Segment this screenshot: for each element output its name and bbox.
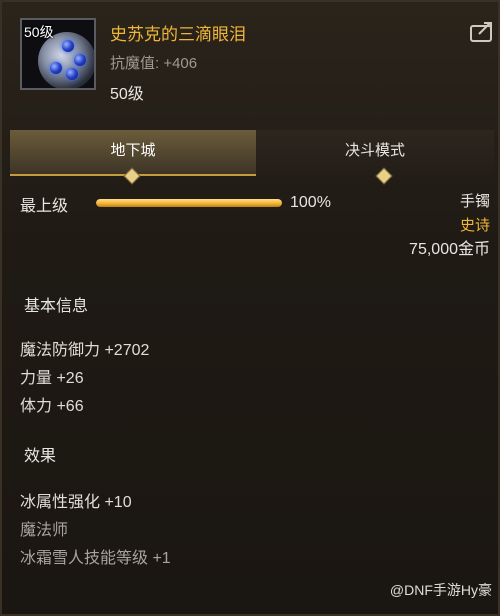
effect-stat: 冰霜雪人技能等级 +1 bbox=[20, 550, 171, 567]
grade-progress-bar bbox=[96, 199, 282, 207]
item-level: 50级 bbox=[110, 86, 144, 103]
effect-stat: 魔法师 bbox=[20, 522, 69, 539]
tab-label: 地下城 bbox=[110, 142, 156, 159]
basic-stat: 力量 +26 bbox=[20, 370, 84, 387]
item-type: 手镯 bbox=[459, 193, 490, 210]
item-level-badge: 50级 bbox=[24, 24, 54, 40]
grade-label: 最上级 bbox=[20, 198, 69, 215]
share-button[interactable] bbox=[468, 20, 496, 44]
grade-progress-fill bbox=[96, 199, 282, 207]
gem-icon bbox=[74, 54, 86, 66]
mode-tabs: 地下城 决斗模式 bbox=[10, 130, 494, 185]
tab-label: 决斗模式 bbox=[344, 142, 405, 159]
gem-icon bbox=[62, 40, 74, 52]
item-header: 50级 史苏克的三滴眼泪 抗魔值: +406 50级 bbox=[2, 2, 498, 116]
gem-icon bbox=[66, 68, 78, 80]
gem-icon bbox=[50, 62, 62, 74]
item-tooltip-panel: 50级 史苏克的三滴眼泪 抗魔值: +406 50级 地下城 决斗模式 最上级 … bbox=[0, 0, 500, 616]
effect-stat: 冰属性强化 +10 bbox=[20, 494, 132, 511]
effects-title: 效果 bbox=[24, 448, 57, 465]
watermark: @DNF手游Hy豪 bbox=[389, 582, 492, 598]
item-grade: 史诗 bbox=[459, 217, 490, 234]
item-price: 75,000金币 bbox=[409, 241, 490, 258]
resist-value: 抗魔值: +406 bbox=[110, 55, 198, 72]
grade-percent: 100% bbox=[290, 194, 331, 211]
share-icon bbox=[470, 22, 492, 42]
basic-stat: 魔法防御力 +2702 bbox=[20, 342, 150, 359]
item-meta: 手镯 史诗 75,000金币 bbox=[409, 190, 490, 262]
basic-stat: 体力 +66 bbox=[20, 398, 84, 415]
basic-info-title: 基本信息 bbox=[24, 298, 89, 315]
item-name: 史苏克的三滴眼泪 bbox=[110, 25, 246, 44]
item-icon: 50级 bbox=[20, 18, 96, 90]
tab-duel[interactable]: 决斗模式 bbox=[256, 130, 494, 174]
